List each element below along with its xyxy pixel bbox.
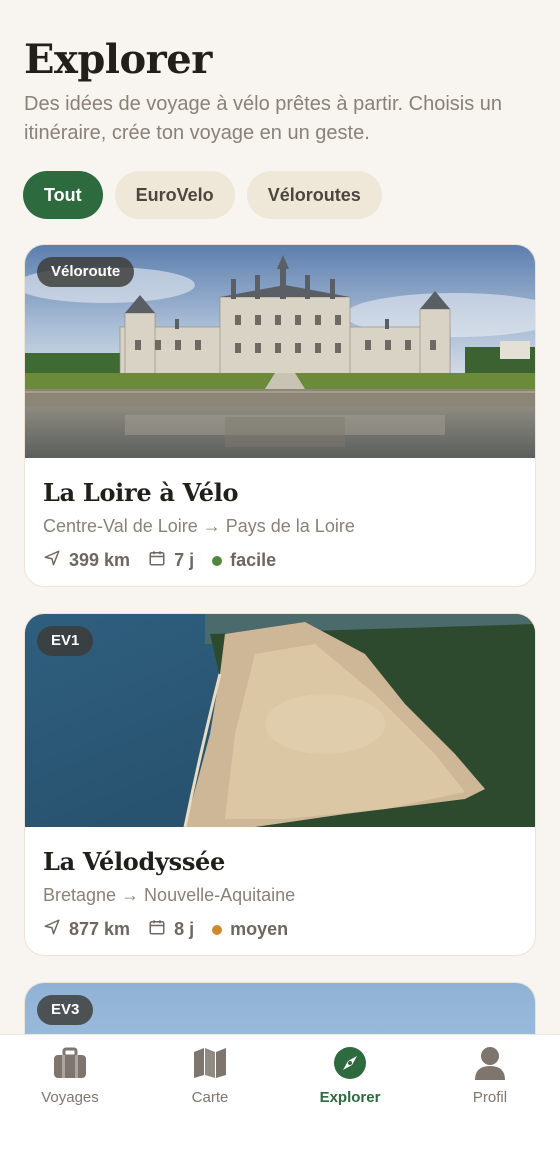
tab-label: Explorer [319, 1089, 381, 1106]
route-regions: Centre-Val de Loire → Pays de la Loire [43, 516, 355, 536]
route-difficulty: moyen [230, 919, 289, 939]
navigation-arrow-icon [43, 918, 69, 941]
route-card-loire[interactable]: Véloroute La Loire à Vélo Centre-Val de … [24, 244, 536, 587]
filter-chip-eurovelo[interactable]: EuroVelo [114, 171, 235, 219]
route-duration: 8 j [174, 919, 195, 939]
route-card-velodyssee[interactable]: EV1 La Vélodyssée Bretagne → Nouvelle-Aq… [24, 613, 536, 956]
route-title: La Loire à Vélo [43, 478, 239, 507]
bottom-tab-bar: Voyages Carte Explorer Profil [0, 1034, 560, 1152]
tab-label: Carte [191, 1089, 229, 1106]
page-title: Explorer [24, 36, 212, 83]
tab-explorer[interactable]: Explorer [280, 1035, 420, 1152]
tab-voyages[interactable]: Voyages [0, 1035, 140, 1152]
difficulty-dot [212, 924, 223, 935]
route-meta: 877 km 8 j moyen [43, 918, 517, 941]
compass-icon [332, 1045, 368, 1081]
sky-photo: EV3 [25, 983, 535, 1034]
route-type-badge: Véloroute [37, 257, 135, 287]
tab-label: Profil [472, 1089, 508, 1106]
tab-carte[interactable]: Carte [140, 1035, 280, 1152]
route-distance: 877 km [69, 919, 131, 939]
route-regions: Bretagne → Nouvelle-Aquitaine [43, 885, 296, 905]
route-type-badge: EV1 [37, 626, 94, 656]
chateau-chambord-photo: Véloroute [25, 245, 535, 458]
route-distance: 399 km [69, 550, 131, 570]
page-subtitle: Des idées de voyage à vélo prêtes à part… [24, 93, 503, 144]
route-type-badge: EV3 [37, 995, 94, 1025]
filter-chip-veloroutes[interactable]: Véloroutes [246, 171, 382, 219]
tab-label: Voyages [41, 1089, 99, 1106]
route-card-ev3[interactable]: EV3 [24, 982, 536, 1034]
route-duration: 7 j [174, 550, 195, 570]
route-title: La Vélodyssée [43, 847, 225, 876]
route-difficulty: facile [230, 550, 277, 570]
explore-scroll-area[interactable]: Explorer Des idées de voyage à vélo prêt… [0, 0, 560, 1034]
calendar-icon [148, 549, 174, 572]
calendar-icon [148, 918, 174, 941]
tab-profil[interactable]: Profil [420, 1035, 560, 1152]
map-icon [192, 1045, 228, 1081]
dune-du-pilat-photo: EV1 [25, 614, 535, 827]
filter-chip-tout[interactable]: Tout [23, 171, 103, 219]
briefcase-icon [52, 1045, 88, 1081]
route-meta: 399 km 7 j facile [43, 549, 517, 572]
navigation-arrow-icon [43, 549, 69, 572]
filter-chips: Tout EuroVelo Véloroutes [23, 171, 382, 219]
difficulty-dot [212, 555, 223, 566]
user-icon [472, 1045, 508, 1081]
